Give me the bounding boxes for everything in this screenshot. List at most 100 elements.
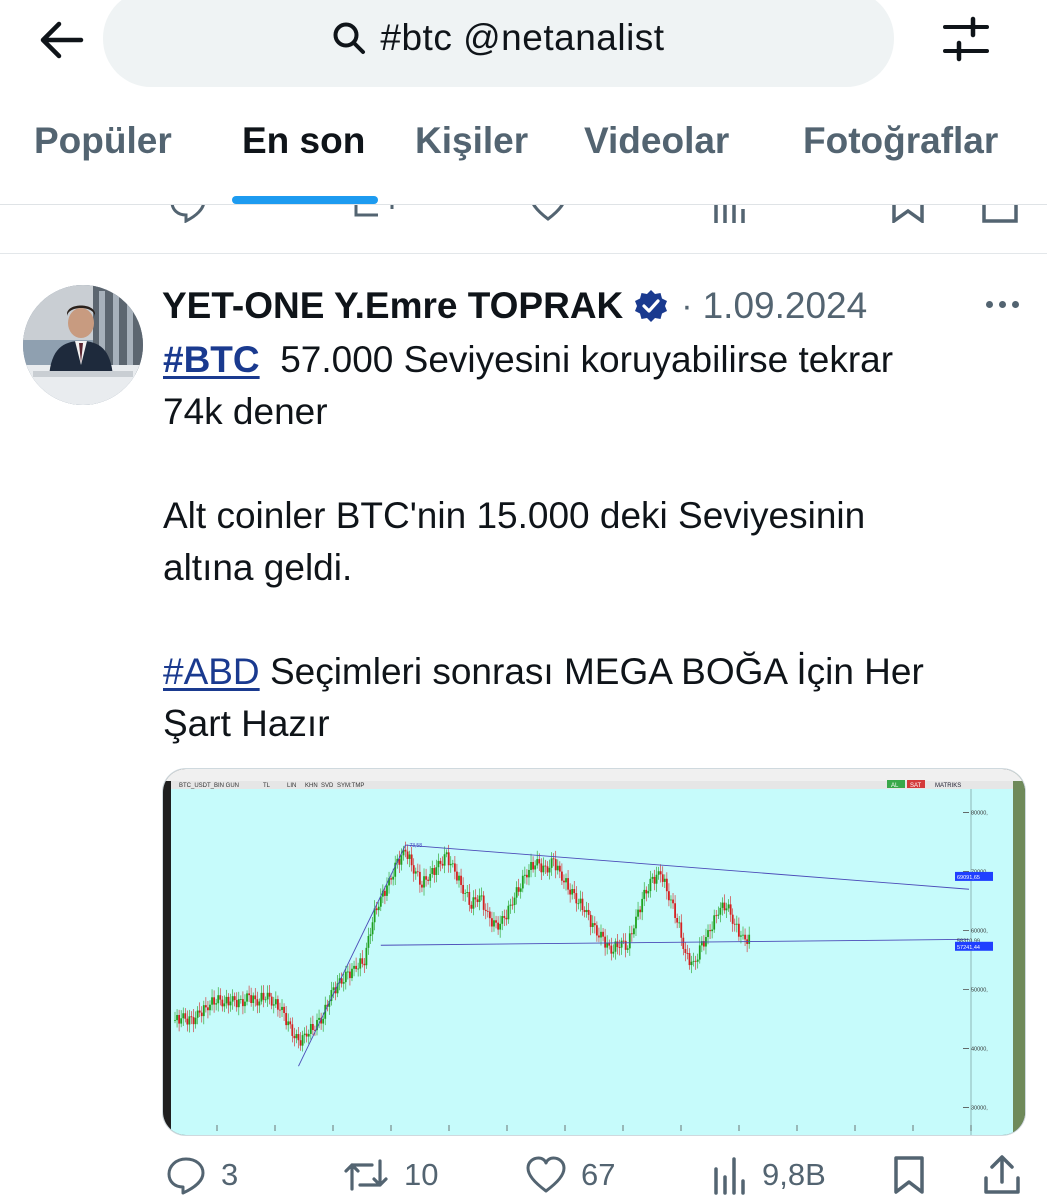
tweet-text-line: Alt coinler BTC'nin 15.000 deki Seviyesi… [163, 495, 866, 536]
candle-body [591, 923, 594, 927]
candle-body [558, 865, 561, 872]
previous-tweet-actions [0, 205, 1047, 253]
tab-videos[interactable]: Videolar [584, 120, 729, 180]
like-icon [526, 1156, 566, 1193]
candle-body [643, 889, 646, 899]
candle-body [579, 898, 582, 904]
candle-body [641, 898, 644, 913]
candle-body [445, 852, 448, 855]
tweet-media-chart[interactable]: BTC_USDT_BIN GUN TL LIN KHN SVD SYM:TMP … [162, 768, 1026, 1136]
candle-body [377, 906, 380, 911]
like-icon[interactable] [528, 205, 568, 223]
chart-toolbar-item[interactable]: LIN [287, 783, 296, 789]
candle-body [676, 917, 679, 923]
retweet-icon[interactable] [352, 205, 396, 223]
views-icon[interactable] [712, 205, 748, 223]
share-icon [984, 1155, 1020, 1194]
tab-popular[interactable]: Popüler [34, 120, 172, 180]
candle-body [468, 892, 471, 905]
top-bar: #btc @netanalist [0, 0, 1047, 100]
candle-body [628, 933, 631, 949]
candle-body [711, 929, 714, 932]
candle-body [256, 999, 259, 1006]
verified-badge-icon[interactable] [633, 288, 669, 324]
candle-body [180, 1018, 183, 1024]
back-arrow-icon[interactable] [32, 18, 90, 62]
chart-toolbar-item[interactable]: SYM:TMP [337, 783, 364, 789]
candle-body [246, 993, 248, 1002]
retweet-button[interactable]: 10 [342, 1150, 438, 1200]
candle-body [495, 920, 497, 923]
more-options-icon[interactable] [980, 292, 1024, 316]
candle-body [499, 923, 502, 930]
author-name[interactable]: YET-ONE Y.Emre TOPRAK [162, 285, 623, 327]
chart-toolbar-item[interactable]: TL [263, 783, 271, 789]
candle-body [569, 889, 572, 895]
share-icon[interactable] [980, 205, 1020, 223]
candle-body [542, 865, 545, 873]
filter-sliders-icon[interactable] [936, 14, 996, 64]
candle-body [441, 863, 444, 866]
candle-body [307, 1033, 310, 1037]
candle-body [437, 860, 440, 868]
candle-body [616, 941, 619, 948]
date-separator: · [681, 286, 693, 325]
candle-body [443, 854, 446, 866]
candle-body [207, 1007, 209, 1011]
bookmark-button[interactable] [892, 1150, 926, 1200]
candle-body [184, 1013, 187, 1019]
tweet-text-line: 57.000 Seviyesini koruyabilirse tekrar [280, 339, 894, 380]
hashtag-abd[interactable]: #ABD [163, 651, 260, 692]
candle-body [250, 995, 253, 1004]
tab-people[interactable]: Kişiler [415, 120, 528, 180]
candle-body [723, 902, 726, 911]
share-button[interactable] [982, 1150, 1022, 1200]
candle-body [299, 1040, 302, 1046]
candle-body [449, 863, 452, 866]
hashtag-btc[interactable]: #BTC [163, 339, 260, 380]
candle-body [740, 935, 742, 937]
candle-body [651, 876, 654, 879]
candle-body [281, 1006, 283, 1011]
candle-body [552, 858, 555, 860]
candle-body [661, 874, 664, 882]
tweet-divider [0, 253, 1047, 254]
reply-icon[interactable] [168, 205, 208, 223]
bookmark-icon[interactable] [890, 205, 926, 223]
candle-body [715, 915, 718, 917]
views-icon [714, 1157, 745, 1195]
candle-body [620, 940, 623, 948]
chart-toolbar-item[interactable]: SVD [321, 783, 334, 789]
like-button[interactable]: 67 [525, 1150, 615, 1200]
candle-body [548, 867, 551, 873]
candle-body [505, 917, 508, 920]
chart-buy-button[interactable]: AL [891, 783, 899, 789]
candle-body [274, 999, 277, 1005]
avatar[interactable] [23, 285, 143, 405]
candle-body [622, 940, 625, 942]
candle-body [637, 909, 639, 917]
reply-button[interactable]: 3 [165, 1150, 238, 1200]
candle-body [404, 849, 407, 852]
candle-body [285, 1012, 288, 1026]
chart-toolbar-item[interactable]: KHN [305, 783, 318, 789]
candle-body [266, 992, 269, 1000]
candle-body [575, 893, 578, 904]
search-input[interactable]: #btc @netanalist [103, 0, 894, 87]
candle-body [733, 923, 736, 925]
candle-body [342, 982, 345, 984]
candle-body [649, 878, 652, 892]
candle-body [523, 874, 526, 876]
candle-body [460, 875, 462, 885]
retweet-count: 10 [404, 1157, 439, 1192]
candle-body [272, 1004, 275, 1006]
candle-body [610, 945, 613, 954]
tweet-date[interactable]: 1.09.2024 [703, 285, 868, 327]
views-button[interactable]: 9,8B [712, 1150, 826, 1200]
candle-body [719, 907, 722, 915]
tab-photos[interactable]: Fotoğraflar [803, 120, 998, 180]
chart-sell-button[interactable]: SAT [910, 783, 922, 789]
candle-body [501, 916, 504, 924]
candle-body [361, 958, 364, 964]
tab-latest[interactable]: En son [242, 120, 365, 180]
